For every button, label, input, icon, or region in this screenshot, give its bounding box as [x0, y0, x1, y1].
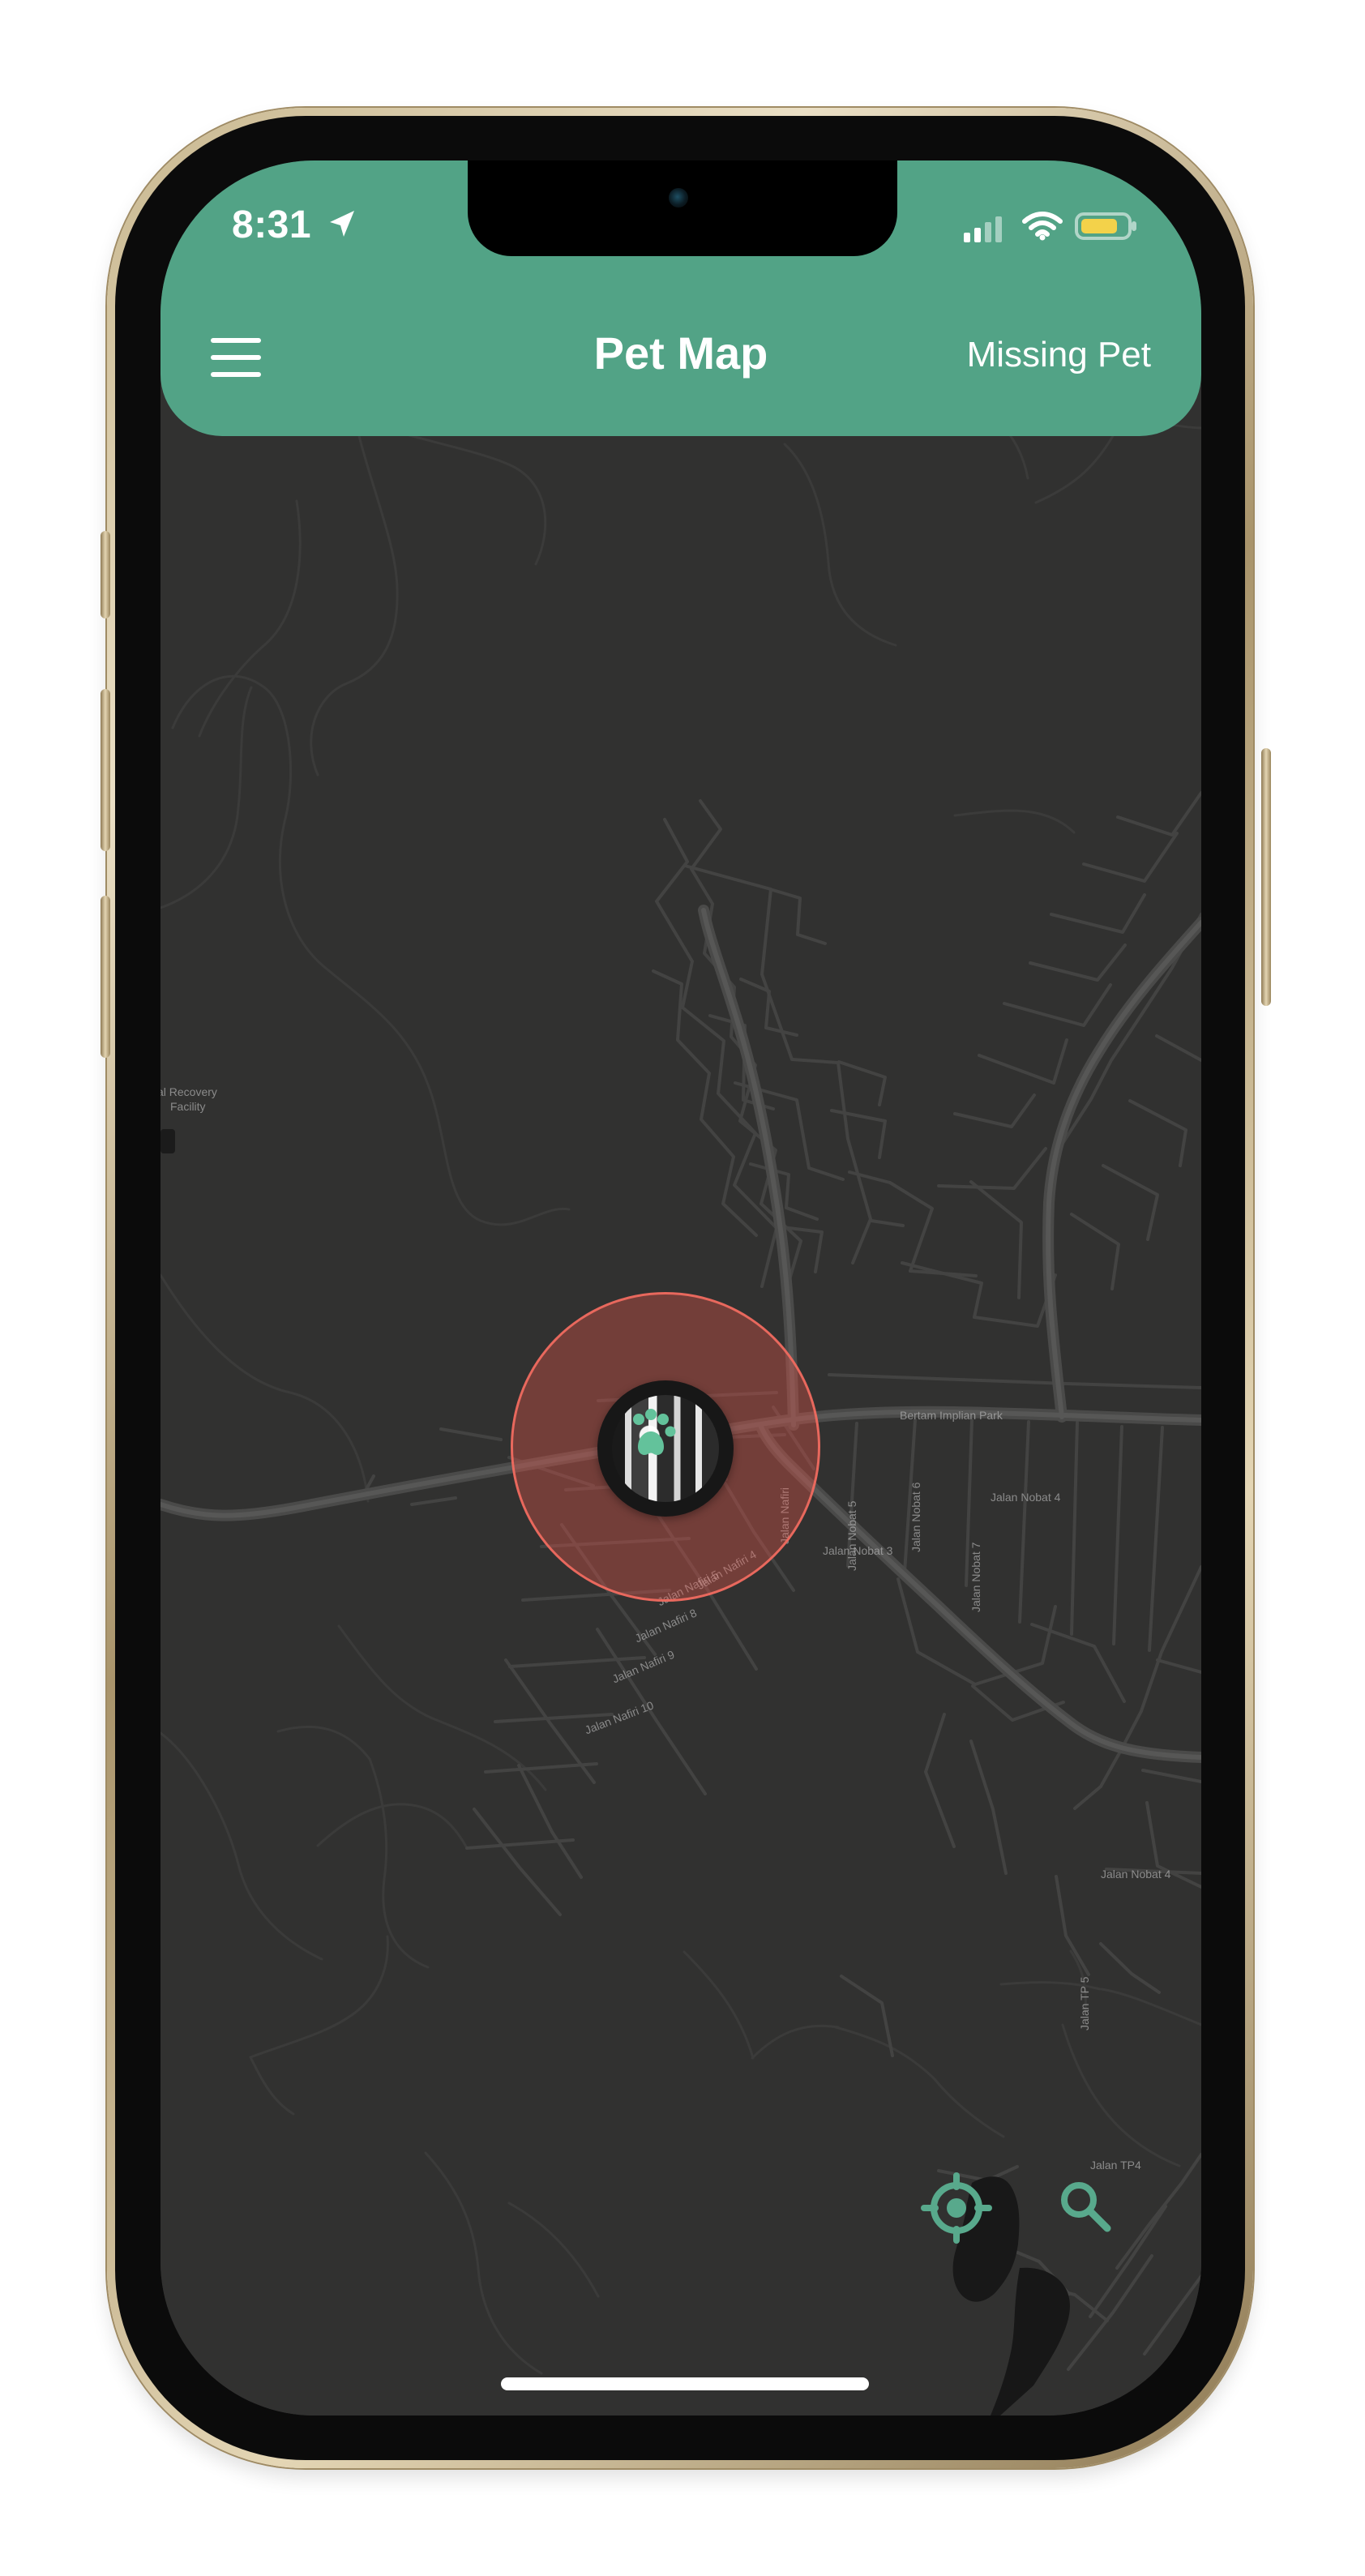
- facility-shape: [160, 1129, 175, 1153]
- road-label-nobat-7: Jalan Nobat 7: [969, 1542, 982, 1612]
- map-canvas[interactable]: [160, 160, 1201, 2416]
- battery-icon: [1075, 211, 1140, 242]
- wifi-icon: [1021, 210, 1063, 242]
- road-label-nobat-5: Jalan Nobat 5: [845, 1500, 858, 1571]
- status-time: 8:31: [232, 203, 312, 246]
- pet-location-marker[interactable]: [597, 1380, 734, 1517]
- park-label: Bertam Implian Park: [900, 1409, 1003, 1422]
- volume-down-button: [101, 896, 110, 1058]
- screenshot-stage: al Recovery Facility Bertam Implian Park…: [0, 0, 1365, 2576]
- road-label-nobat-4-right: Jalan Nobat 4: [1101, 1868, 1171, 1881]
- app-screen: al Recovery Facility Bertam Implian Park…: [160, 160, 1201, 2416]
- facility-label-line-1: al Recovery: [160, 1085, 217, 1098]
- road-label-nobat-6: Jalan Nobat 6: [909, 1482, 922, 1552]
- road-label-tp4: Jalan TP4: [1090, 2159, 1141, 2172]
- crosshair-icon: [921, 2172, 992, 2244]
- action-button: [101, 531, 110, 618]
- facility-label-line-2: Facility: [170, 1100, 206, 1113]
- signal-icon: [964, 213, 1009, 242]
- missing-pet-button[interactable]: Missing Pet: [967, 337, 1151, 373]
- device-notch: [468, 160, 897, 256]
- volume-up-button: [101, 689, 110, 851]
- location-arrow-icon: [324, 208, 358, 242]
- search-icon: [1061, 2182, 1111, 2232]
- front-camera: [669, 188, 688, 208]
- recenter-map-button[interactable]: [921, 2172, 992, 2244]
- home-indicator[interactable]: [501, 2377, 869, 2390]
- road-label-nobat-4: Jalan Nobat 4: [991, 1491, 1061, 1504]
- paw-icon: [622, 1405, 680, 1463]
- map-search-button[interactable]: [1054, 2175, 1117, 2238]
- road-label-tp5: Jalan TP 5: [1078, 1976, 1091, 2030]
- power-button: [1261, 748, 1271, 1006]
